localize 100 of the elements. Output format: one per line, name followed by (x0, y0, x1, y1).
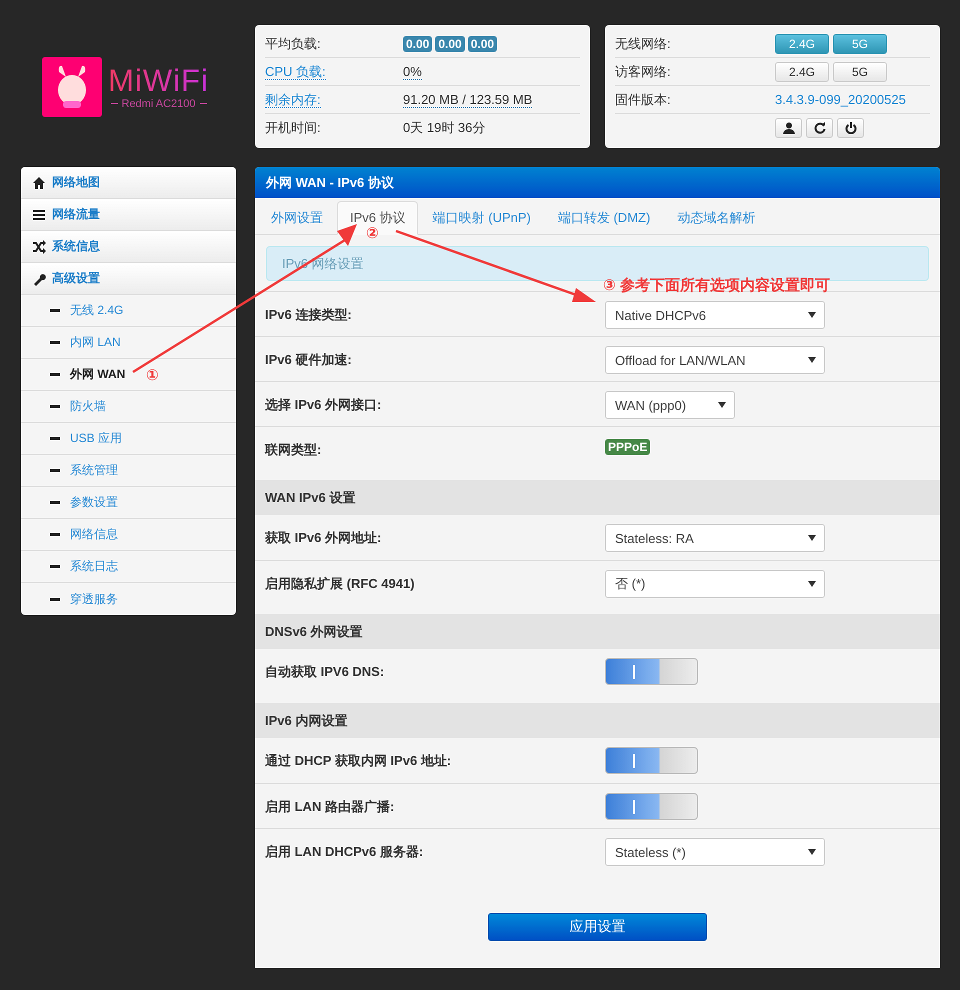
wrench-icon (32, 272, 46, 286)
caret-icon (718, 402, 726, 408)
firmware-link[interactable]: 3.4.3.9-099_20200525 (775, 92, 906, 107)
network-label: 无线网络: (615, 36, 671, 50)
sidebar-label: 高级设置 (52, 270, 100, 287)
section-heading: WAN IPv6 设置 (255, 480, 940, 515)
select-field[interactable]: Stateless (*) (605, 838, 825, 866)
network-label: 访客网络: (615, 64, 671, 78)
caret-icon (808, 357, 816, 363)
sidebar-label: 网络信息 (70, 526, 118, 543)
dash-icon (50, 598, 60, 600)
section-heading: DNSv6 外网设置 (255, 614, 940, 649)
tab[interactable]: 端口映射 (UPnP) (420, 201, 543, 235)
sidebar-label: 防火墙 (70, 398, 106, 415)
load-badge: 0.00 (435, 36, 465, 52)
field-label: 获取 IPv6 外网地址: (264, 529, 382, 547)
logo-icon (42, 56, 102, 116)
field-label: IPv6 连接类型: (264, 306, 353, 324)
firmware-label: 固件版本: (615, 92, 671, 106)
sidebar-label: 内网 LAN (70, 334, 121, 351)
sidebar-label: 网络地图 (52, 174, 100, 191)
sidebar-subitem[interactable]: 防火墙 (21, 391, 236, 423)
dash-icon (50, 501, 60, 504)
refresh-button[interactable] (806, 118, 833, 138)
caret-icon (808, 312, 816, 318)
model-name: Redmi AC2100 (110, 98, 206, 110)
power-icon (844, 122, 856, 134)
status-link[interactable]: 剩余内存: (265, 92, 321, 108)
status-value: 0天 19时 36分 (403, 119, 486, 137)
status-badge: PPPoE (605, 439, 650, 455)
sidebar-subitem[interactable]: 穿透服务 (21, 583, 236, 615)
field-label: 启用 LAN 路由器广播: (264, 798, 396, 816)
dash-icon (50, 533, 60, 536)
status-label: 平均负载: (265, 36, 321, 50)
select-field[interactable]: Native DHCPv6 (605, 301, 825, 329)
sidebar-label: 无线 2.4G (70, 302, 124, 319)
dash-icon (50, 341, 60, 344)
tab[interactable]: 外网设置 (258, 201, 335, 235)
sidebar-subitem[interactable]: 无线 2.4G (21, 295, 236, 327)
annotation-label: ① (146, 367, 159, 385)
dash-icon (50, 373, 60, 376)
select-field[interactable]: Offload for LAN/WLAN (605, 346, 825, 374)
band-toggle[interactable]: 5G (833, 34, 887, 54)
sidebar-subitem[interactable]: 参数设置 (21, 487, 236, 519)
sidebar-label: 网络流量 (52, 206, 100, 223)
status-label: 开机时间: (265, 120, 321, 135)
band-toggle[interactable]: 5G (833, 62, 887, 82)
status-link[interactable]: CPU 负载: (265, 64, 326, 80)
sidebar-subitem[interactable]: 系统日志 (21, 551, 236, 583)
band-toggle[interactable]: 2.4G (775, 62, 829, 82)
status-value: 0% (403, 64, 422, 80)
sidebar-label: 外网 WAN (70, 366, 126, 383)
load-badge: 0.00 (403, 36, 432, 52)
field-label: 启用隐私扩展 (RFC 4941) (264, 575, 416, 593)
dash-icon (50, 469, 60, 472)
caret-icon (808, 849, 816, 855)
field-label: IPv6 硬件加速: (264, 351, 353, 369)
sidebar-label: 系统信息 (52, 238, 100, 255)
select-field[interactable]: WAN (ppp0) (605, 391, 735, 419)
apply-button[interactable]: 应用设置 (488, 913, 707, 941)
caret-icon (808, 581, 816, 587)
sidebar-subitem[interactable]: 网络信息 (21, 519, 236, 551)
tab[interactable]: 端口转发 (DMZ) (544, 201, 662, 235)
select-field[interactable]: 否 (*) (605, 570, 825, 598)
field-label: 联网类型: (264, 441, 322, 459)
sidebar-subitem[interactable]: USB 应用 (21, 423, 236, 455)
toggle-switch[interactable] (605, 658, 698, 685)
field-label: 通过 DHCP 获取内网 IPv6 地址: (264, 752, 452, 770)
field-label: 自动获取 IPV6 DNS: (264, 663, 386, 681)
toggle-switch[interactable] (605, 793, 698, 820)
select-field[interactable]: Stateless: RA (605, 524, 825, 552)
dash-icon (50, 405, 60, 408)
caret-icon (808, 535, 816, 541)
tab[interactable]: 动态域名解析 (664, 201, 768, 235)
sidebar-item[interactable]: 系统信息 (21, 231, 236, 263)
sidebar-item[interactable]: 网络地图 (21, 167, 236, 199)
sidebar-item[interactable]: 网络流量 (21, 199, 236, 231)
load-badge: 0.00 (468, 36, 498, 52)
list-icon (32, 208, 46, 222)
sidebar-item[interactable]: 高级设置 (21, 263, 236, 295)
status-value: 91.20 MB / 123.59 MB (403, 92, 532, 108)
sidebar-subitem[interactable]: 系统管理 (21, 455, 236, 487)
shuffle-icon (32, 240, 46, 254)
sidebar-label: USB 应用 (70, 430, 122, 447)
refresh-icon (814, 122, 826, 134)
band-toggle[interactable]: 2.4G (775, 34, 829, 54)
section-heading: IPv6 内网设置 (255, 703, 940, 738)
dash-icon (50, 565, 60, 568)
dash-icon (50, 437, 60, 440)
home-icon (32, 176, 46, 190)
user-button[interactable] (775, 118, 802, 138)
power-button[interactable] (837, 118, 864, 138)
sidebar-subitem[interactable]: 内网 LAN (21, 327, 236, 359)
field-label: 启用 LAN DHCPv6 服务器: (264, 843, 424, 861)
toggle-switch[interactable] (605, 747, 698, 774)
sidebar-label: 穿透服务 (70, 590, 118, 608)
sidebar-label: 系统管理 (70, 462, 118, 479)
sidebar-label: 参数设置 (70, 494, 118, 511)
user-icon (782, 122, 794, 134)
panel-title: 外网 WAN - IPv6 协议 (255, 167, 940, 198)
